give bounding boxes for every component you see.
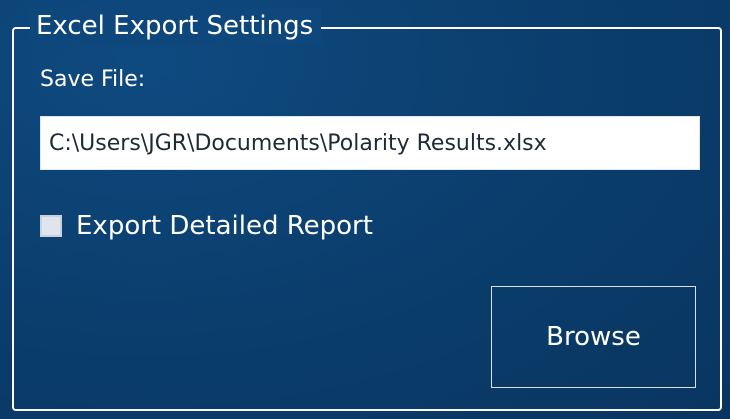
export-detailed-report-checkbox[interactable] xyxy=(40,215,62,237)
export-detailed-report-label[interactable]: Export Detailed Report xyxy=(76,208,373,244)
save-file-input[interactable] xyxy=(40,116,700,170)
browse-button[interactable]: Browse xyxy=(491,286,696,388)
excel-export-settings-panel: Excel Export Settings Save File: Export … xyxy=(0,0,730,419)
group-title: Excel Export Settings xyxy=(30,8,322,44)
export-detailed-report-row[interactable]: Export Detailed Report xyxy=(40,206,373,246)
save-file-label: Save File: xyxy=(40,67,146,92)
